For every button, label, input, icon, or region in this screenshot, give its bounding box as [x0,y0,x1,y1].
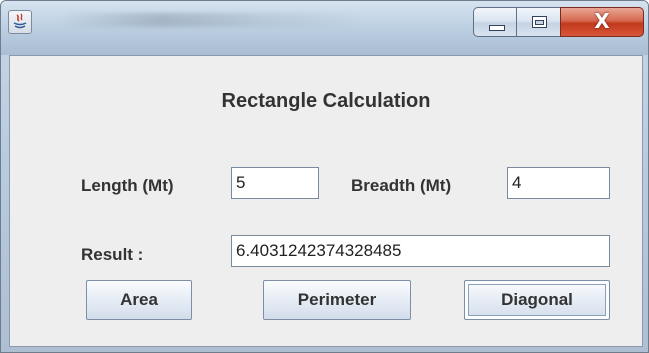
result-label: Result : [81,245,144,264]
length-input[interactable]: 5 [231,167,319,199]
content-panel: Rectangle Calculation Length (Mt) 5 Brea… [9,55,643,347]
minimize-button[interactable] [473,7,517,37]
length-label: Length (Mt) [81,176,174,195]
window-title-obscured [61,13,361,27]
breadth-input[interactable]: 4 [507,167,610,199]
close-button[interactable]: X [560,7,644,37]
form-heading: Rectangle Calculation [221,90,431,112]
result-field[interactable]: 6.4031242374328485 [231,235,610,267]
minimize-icon [489,25,505,31]
breadth-label: Breadth (Mt) [351,176,452,195]
close-icon: X [594,9,610,33]
java-icon[interactable] [8,10,32,34]
maximize-button[interactable] [516,7,561,37]
area-button[interactable]: Area [86,280,192,320]
perimeter-button[interactable]: Perimeter [263,280,411,320]
title-bar[interactable]: X [1,1,648,55]
app-window: X Rectangle Calculation Length (Mt) 5 Br… [0,0,649,353]
maximize-icon [532,16,547,28]
diagonal-button[interactable]: Diagonal [464,280,610,320]
